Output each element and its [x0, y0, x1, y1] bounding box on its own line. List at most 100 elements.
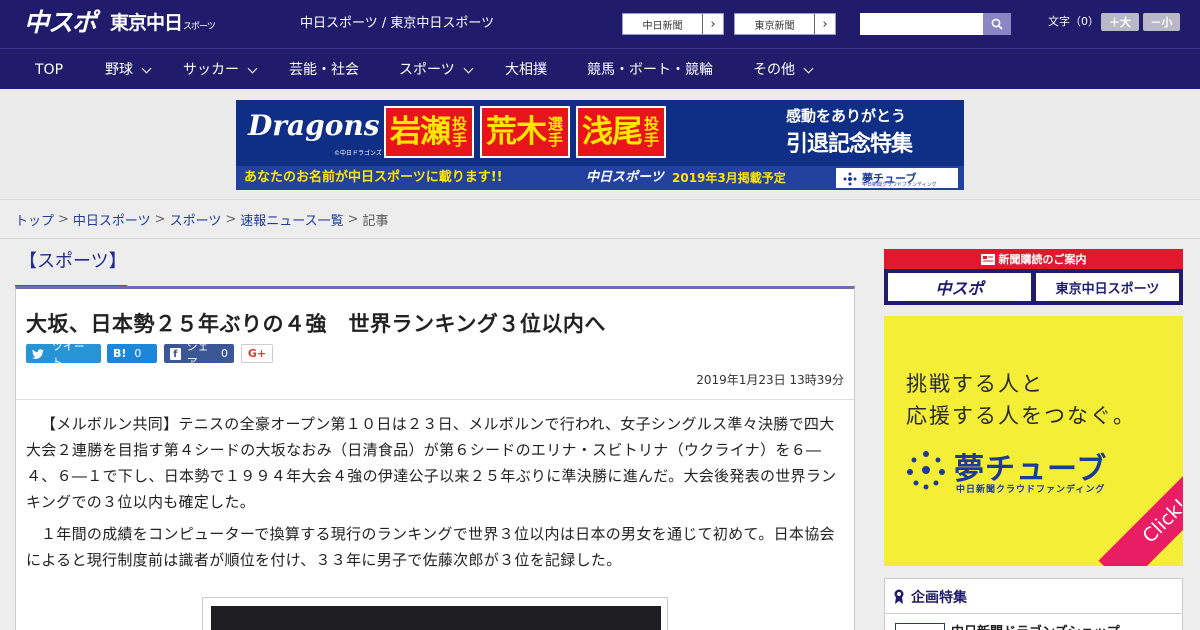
facebook-count: 0 — [221, 347, 228, 360]
feature-thumbnail[interactable] — [895, 623, 945, 630]
article-divider — [16, 399, 854, 400]
subscription-heading: 新聞購読のご案内 — [884, 249, 1183, 269]
nav-racing[interactable]: 競馬・ボート・競輪 — [587, 61, 713, 79]
player-names: 岩瀬 投手 荒木 選手 浅尾 投手 — [384, 106, 672, 158]
nav-label: 芸能・社会 — [289, 62, 359, 78]
subscription-box: 新聞購読のご案内 中スポ 東京中日スポーツ — [884, 249, 1183, 305]
nav-soccer[interactable]: サッカー — [183, 61, 258, 79]
facebook-share-button[interactable]: f シェア 0 — [164, 340, 234, 369]
article-photo[interactable] — [211, 606, 661, 630]
google-plus-button[interactable]: G+ — [241, 344, 273, 363]
chevron-down-icon — [247, 63, 258, 73]
banner-thanks: 感動をありがとう — [786, 107, 907, 125]
nav-label: スポーツ — [399, 62, 455, 78]
nav-top[interactable]: TOP — [35, 61, 63, 79]
banner-bottom: あなたのお名前が中日スポーツに載ります!! 中日スポーツ 2019年3月掲載予定… — [236, 166, 964, 190]
nav-sports[interactable]: スポーツ — [399, 61, 474, 79]
search-icon — [991, 18, 1003, 30]
nav-sumo[interactable]: 大相撲 — [505, 61, 547, 79]
feature-box: 企画特集 中日新聞ドラゴンズショップ — [884, 578, 1183, 630]
global-nav: TOP 野球 サッカー 芸能・社会 スポーツ 大相撲 競馬・ボート・競輪 その他 — [0, 48, 1200, 89]
nav-label: サッカー — [183, 62, 239, 78]
breadcrumb-chunichi-sports[interactable]: 中日スポーツ — [73, 210, 151, 229]
banner-zone: Dragons ©中日ドラゴンズ 岩瀬 投手 荒木 選手 浅尾 投手 感動をありがとう… — [0, 89, 1200, 200]
search-button[interactable] — [983, 13, 1011, 35]
chevron-down-icon — [463, 63, 474, 73]
article-paragraph: 【メルボルン共同】テニスの全豪オープン第１０日は２３日、メルボルンで行われ、女子… — [26, 415, 837, 511]
player-name: 岩瀬 投手 — [384, 106, 474, 158]
ad-copy: 挑戦する人と 応援する人をつなぐ。 — [906, 368, 1136, 432]
chevron-down-icon — [803, 63, 814, 73]
tokyo-shimbun-label: 東京新聞 — [735, 14, 815, 34]
banner-feature-title: 引退記念特集 — [786, 132, 913, 157]
breadcrumb-top[interactable]: トップ — [15, 210, 54, 229]
chuspo-logo[interactable]: 中スポ — [24, 8, 97, 38]
site-title: 中日スポーツ / 東京中日スポーツ — [300, 16, 495, 31]
yume-tube-ad[interactable]: 挑戦する人と 応援する人をつなぐ。 夢チューブ 中日新聞クラウドファンディング … — [884, 316, 1183, 566]
player-name-text: 浅尾 — [582, 114, 643, 150]
tokyo-logo-small: スポーツ — [183, 22, 216, 32]
hatena-label: B! — [113, 347, 127, 360]
font-smaller-button[interactable]: －小 — [1143, 13, 1180, 31]
chevron-down-icon — [141, 63, 152, 73]
feature-heading-text: 企画特集 — [911, 590, 967, 606]
breadcrumb-separator: > — [347, 211, 359, 227]
newspaper-icon — [980, 253, 995, 265]
article-category: 【スポーツ】 — [15, 240, 127, 288]
breadcrumb-sports[interactable]: スポーツ — [170, 210, 222, 229]
yume-dots-icon — [843, 172, 857, 186]
player-name-text: 岩瀬 — [390, 114, 451, 150]
player-name-text: 荒木 — [486, 114, 547, 150]
nav-other[interactable]: その他 — [753, 61, 814, 79]
ribbon-icon — [894, 589, 904, 604]
font-size-label: 文字（0） — [1048, 15, 1099, 28]
ad-copy-line: 応援する人をつなぐ。 — [906, 404, 1136, 428]
article-paragraph: １年間の成績をコンピューターで換算する現行のランキングで世界３位以内は日本の男女… — [26, 525, 835, 569]
banner-yume-logo: 夢チューブ 中日新聞クラウドファンディング — [836, 168, 958, 188]
twitter-icon — [32, 348, 44, 359]
banner-chuspo-logo: 中日スポーツ — [586, 170, 664, 185]
search-input[interactable] — [860, 13, 983, 35]
article-card: 大坂、日本勢２５年ぶりの４強 世界ランキング３位以内へ ツイート B! 0 f … — [15, 286, 855, 630]
player-name: 浅尾 投手 — [576, 106, 666, 158]
player-role: 投手 — [644, 115, 659, 149]
top-header: 中スポ 東京中日スポーツ 中日スポーツ / 東京中日スポーツ 中日新聞 › 東京… — [0, 0, 1200, 48]
nav-label: TOP — [35, 62, 64, 78]
player-name: 荒木 選手 — [480, 106, 570, 158]
subscribe-chuspo-button[interactable]: 中スポ — [888, 273, 1031, 301]
player-role: 投手 — [452, 115, 467, 149]
feature-divider — [885, 613, 1182, 614]
chevron-right-icon: › — [822, 16, 828, 32]
nav-entertainment[interactable]: 芸能・社会 — [289, 61, 359, 79]
dragons-logo: Dragons — [248, 109, 380, 142]
nav-label: その他 — [753, 62, 795, 78]
banner-date: 2019年3月掲載予定 — [672, 171, 786, 185]
tokyo-chunichi-logo[interactable]: 東京中日スポーツ — [110, 11, 216, 39]
breadcrumb-separator: > — [154, 211, 166, 227]
breadcrumb-separator: > — [58, 211, 69, 227]
article-headline: 大坂、日本勢２５年ぶりの４強 世界ランキング３位以内へ — [26, 312, 606, 336]
hatena-bookmark-button[interactable]: B! 0 — [107, 344, 157, 363]
facebook-label: シェア — [186, 339, 209, 369]
banner-promo-text: あなたのお名前が中日スポーツに載ります!! — [244, 170, 503, 185]
feature-heading: 企画特集 — [893, 587, 967, 607]
ad-logo-sub: 中日新聞クラウドファンディング — [956, 485, 1106, 495]
chunichi-shimbun-link[interactable]: 中日新聞 › — [622, 13, 724, 35]
tokyo-shimbun-link[interactable]: 東京新聞 › — [734, 13, 836, 35]
breadcrumb-separator: > — [225, 211, 237, 227]
article-photo-frame — [202, 597, 668, 630]
nav-baseball[interactable]: 野球 — [105, 61, 152, 79]
yume-sub-text: 中日新聞クラウドファンディング — [862, 182, 937, 188]
nav-label: 野球 — [105, 62, 133, 78]
nav-label: 大相撲 — [505, 62, 547, 78]
player-role: 選手 — [548, 115, 563, 149]
yume-dots-icon — [907, 451, 945, 490]
font-larger-button[interactable]: ＋大 — [1101, 13, 1139, 31]
subscribe-tokyo-button[interactable]: 東京中日スポーツ — [1036, 273, 1179, 301]
tweet-button[interactable]: ツイート — [26, 340, 101, 369]
breadcrumb-news-list[interactable]: 速報ニュース一覧 — [240, 210, 343, 229]
ad-click-ribbon: Click! — [1098, 454, 1183, 566]
feature-item-link[interactable]: 中日新聞ドラゴンズショップ — [951, 621, 1120, 630]
hatena-count: 0 — [134, 347, 142, 360]
dragons-retirement-banner[interactable]: Dragons ©中日ドラゴンズ 岩瀬 投手 荒木 選手 浅尾 投手 感動をありがとう… — [236, 100, 964, 190]
